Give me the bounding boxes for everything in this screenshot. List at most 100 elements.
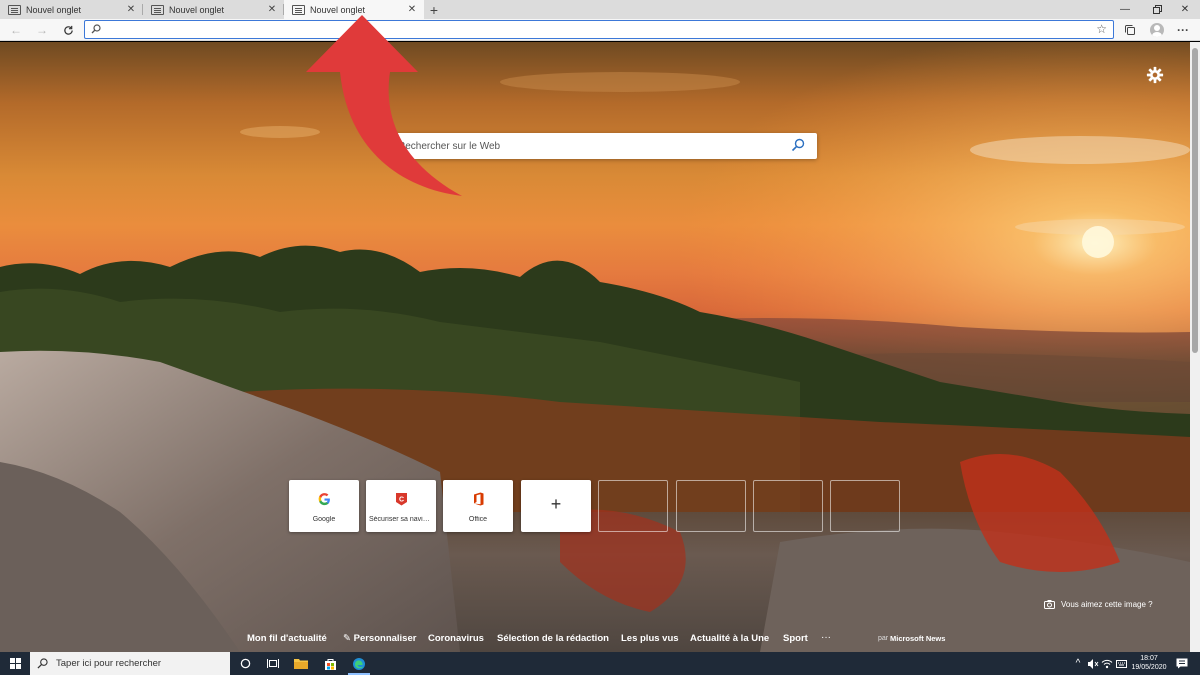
clock[interactable]: 18:07 19/05/2020 xyxy=(1128,654,1170,672)
news-by-label: par xyxy=(878,635,889,642)
news-tab-top-stories[interactable]: Actualité à la Une xyxy=(690,633,769,644)
refresh-icon xyxy=(63,25,73,35)
address-input[interactable] xyxy=(105,22,1085,37)
keyboard-icon[interactable] xyxy=(1114,652,1128,675)
web-search-input[interactable] xyxy=(398,138,778,154)
news-tab-most-viewed[interactable]: Les plus vus xyxy=(621,633,679,644)
search-icon xyxy=(91,24,101,34)
chevron-up-icon: ^ xyxy=(1075,658,1081,669)
news-tab-coronavirus[interactable]: Coronavirus xyxy=(428,633,484,644)
toolbar: ← → ☆ ··· xyxy=(0,19,1200,41)
cortana-icon xyxy=(240,658,250,669)
news-tab-sport[interactable]: Sport xyxy=(783,633,808,644)
restore-icon xyxy=(1152,5,1162,14)
pencil-icon: ✎ xyxy=(343,633,351,644)
web-search-box[interactable] xyxy=(384,133,817,159)
camera-icon xyxy=(1044,600,1055,609)
quick-link-google[interactable]: Google xyxy=(289,480,359,532)
like-this-image-text: Vous aimez cette image ? xyxy=(1061,600,1153,609)
windows-taskbar: Taper ici pour rechercher ^ 18:07 19/05/… xyxy=(0,652,1200,675)
news-tab-editors-pick[interactable]: Sélection de la rédaction xyxy=(497,633,609,644)
like-this-image-link[interactable]: Vous aimez cette image ? xyxy=(1044,600,1153,609)
forward-icon: → xyxy=(36,23,48,37)
news-tab-personalize[interactable]: ✎ Personnaliser xyxy=(343,633,416,644)
page-icon xyxy=(292,4,305,15)
taskbar-search-placeholder: Taper ici pour rechercher xyxy=(56,658,162,669)
empty-quick-link-slot xyxy=(830,480,900,532)
quick-link-label: Sécuriser sa navigation xyxy=(369,516,433,523)
profile-icon xyxy=(1150,23,1164,37)
network-icon[interactable] xyxy=(1100,652,1114,675)
taskbar-search[interactable]: Taper ici pour rechercher xyxy=(30,652,230,675)
office-icon xyxy=(470,491,486,507)
restore-button[interactable] xyxy=(1142,0,1172,19)
tab-3-active[interactable]: Nouvel onglet ✕ xyxy=(284,0,424,19)
plus-icon: + xyxy=(550,494,562,514)
quick-link-label: Google xyxy=(312,516,336,523)
clock-date: 19/05/2020 xyxy=(1131,664,1167,671)
tab-strip: Nouvel onglet ✕ Nouvel onglet ✕ Nouvel o… xyxy=(0,0,1200,19)
search-icon[interactable] xyxy=(791,138,805,152)
close-tab-icon[interactable]: ✕ xyxy=(125,4,137,15)
show-hidden-icons-button[interactable]: ^ xyxy=(1072,652,1084,675)
security-icon: C xyxy=(393,491,409,507)
store-button[interactable] xyxy=(315,652,345,675)
new-tab-button[interactable]: + xyxy=(426,0,442,19)
tab-title: Nouvel onglet xyxy=(26,4,82,15)
scrollbar-thumb[interactable] xyxy=(1192,48,1198,353)
back-icon: ← xyxy=(10,23,22,37)
empty-quick-link-slot xyxy=(753,480,823,532)
start-button[interactable] xyxy=(0,652,30,675)
task-view-button[interactable] xyxy=(258,652,288,675)
action-center-icon xyxy=(1176,658,1188,669)
quick-link-label: Office xyxy=(468,516,488,523)
news-tab-label: Personnaliser xyxy=(353,633,417,644)
collections-button[interactable] xyxy=(1121,21,1139,39)
add-quick-link-button[interactable]: + xyxy=(521,480,591,532)
edge-icon xyxy=(353,657,365,670)
new-tab-page: Google C Sécuriser sa navigation Office … xyxy=(0,42,1190,652)
refresh-button[interactable] xyxy=(59,21,77,39)
tab-title: Nouvel onglet xyxy=(310,4,366,15)
sound-muted-icon[interactable] xyxy=(1086,652,1100,675)
forward-button[interactable]: → xyxy=(33,21,51,39)
cortana-button[interactable] xyxy=(230,652,260,675)
news-navigation: Mon fil d'actualité ✎ Personnaliser Coro… xyxy=(0,628,1190,652)
more-button[interactable]: ··· xyxy=(1174,21,1192,39)
news-tab-my-feed[interactable]: Mon fil d'actualité xyxy=(247,633,327,644)
windows-logo-icon xyxy=(9,658,21,669)
news-provider[interactable]: Microsoft News xyxy=(890,634,945,643)
page-scrollbar[interactable] xyxy=(1190,42,1200,652)
profile-button[interactable] xyxy=(1148,21,1166,39)
tab-2[interactable]: Nouvel onglet ✕ xyxy=(143,0,284,19)
minimize-button[interactable]: — xyxy=(1110,0,1140,19)
close-tab-icon[interactable]: ✕ xyxy=(266,4,278,15)
collections-icon xyxy=(1125,25,1135,35)
back-button[interactable]: ← xyxy=(7,21,25,39)
notifications-button[interactable] xyxy=(1172,652,1192,675)
address-bar[interactable]: ☆ xyxy=(84,20,1114,39)
settings-gear-icon[interactable] xyxy=(1146,66,1164,84)
more-icon: ··· xyxy=(1177,23,1189,37)
store-icon xyxy=(324,658,336,670)
close-tab-icon[interactable]: ✕ xyxy=(406,4,418,15)
quick-link-office[interactable]: Office xyxy=(443,480,513,532)
task-view-icon xyxy=(267,659,279,668)
tab-title: Nouvel onglet xyxy=(169,4,225,15)
close-window-button[interactable]: ✕ xyxy=(1170,0,1200,19)
empty-quick-link-slot xyxy=(598,480,668,532)
google-icon xyxy=(316,491,332,507)
edge-button[interactable] xyxy=(344,652,374,675)
folder-icon xyxy=(294,659,308,669)
file-explorer-button[interactable] xyxy=(286,652,316,675)
page-icon xyxy=(8,4,21,15)
empty-quick-link-slot xyxy=(676,480,746,532)
svg-text:C: C xyxy=(398,497,403,504)
clock-time: 18:07 xyxy=(1140,655,1158,662)
search-icon xyxy=(37,658,48,669)
favorite-star-icon[interactable]: ☆ xyxy=(1096,22,1107,36)
news-more-icon[interactable]: ··· xyxy=(821,632,831,643)
tab-1[interactable]: Nouvel onglet ✕ xyxy=(0,0,143,19)
page-icon xyxy=(151,4,164,15)
quick-link-securiser[interactable]: C Sécuriser sa navigation xyxy=(366,480,436,532)
